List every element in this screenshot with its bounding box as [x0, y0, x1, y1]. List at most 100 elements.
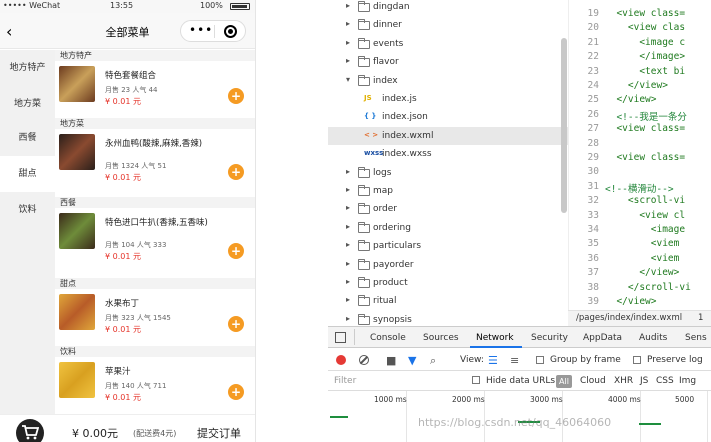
sidebar-item[interactable]: 甜点 [0, 156, 55, 192]
code-text: <text bi [605, 65, 686, 77]
code-line: 20 <view clas [569, 22, 711, 36]
folder-row[interactable]: ▸ order [328, 200, 568, 219]
type-filter-js[interactable]: JS [640, 376, 648, 386]
file-row[interactable]: { } index.json [328, 108, 568, 127]
filter-bar: Filter Hide data URLs All Cloud XHR JS CSS I… [328, 371, 711, 391]
camera-icon[interactable]: ■ [386, 354, 396, 367]
hide-data-urls-checkbox[interactable] [472, 376, 480, 384]
line-number: 19 [587, 8, 599, 19]
folder-row[interactable]: ▸ dingdan [328, 0, 568, 17]
folder-row[interactable]: ▸ events [328, 35, 568, 54]
dish-item[interactable]: 水果布丁 月售 323 人气 1545 ¥ 0.01 元 + [55, 289, 255, 345]
submit-order-button[interactable]: 提交订单 [197, 425, 241, 441]
folder-icon [358, 295, 370, 307]
filter-icon[interactable]: ▼ [408, 354, 416, 367]
dish-item[interactable]: 特色套餐组合 月售 23 人气 44 ¥ 0.01 元 + [55, 61, 255, 117]
folder-label: ordering [373, 222, 411, 233]
folder-row[interactable]: ▸ map [328, 182, 568, 201]
add-to-cart-button[interactable]: + [228, 384, 244, 400]
add-to-cart-button[interactable]: + [228, 164, 244, 180]
folder-row[interactable]: ▸ logs [328, 164, 568, 183]
code-line: 30 [569, 166, 711, 180]
chevron-right-icon[interactable]: ▸ [346, 277, 350, 286]
carrier-label: ••••• WeChat [3, 1, 61, 10]
dish-sales: 月售 140 人气 711 [105, 382, 167, 390]
dish-item[interactable]: 特色进口牛扒(香辣,五香味) 月售 104 人气 333 ¥ 0.01 元 + [55, 208, 255, 264]
sidebar-item[interactable]: 地方特产 [0, 50, 55, 86]
code-text: </image> [605, 51, 686, 63]
type-filter-css[interactable]: CSS [656, 376, 674, 386]
chevron-right-icon[interactable]: ▸ [346, 167, 350, 176]
type-filter-cloud[interactable]: Cloud [580, 376, 606, 386]
dish-sales: 月售 1324 人气 51 [105, 162, 167, 170]
type-filter-all[interactable]: All [556, 375, 572, 388]
network-toolbar: ■ ▼ ⌕ View: ☰ ≡ Group by frame Preserve … [328, 349, 711, 371]
more-icon[interactable]: ••• [189, 23, 213, 37]
code-editor[interactable]: 19 <view class= 20 <view clas 21 <image c2… [568, 0, 711, 310]
dish-sales: 月售 104 人气 333 [105, 241, 167, 249]
tab-security[interactable]: Security [531, 333, 568, 343]
close-miniprogram-icon[interactable] [224, 25, 237, 38]
chevron-down-icon[interactable]: ▾ [346, 75, 350, 84]
file-tree-scrollbar[interactable] [561, 38, 567, 213]
delivery-fee: (配送费4元) [133, 429, 177, 438]
chevron-right-icon[interactable]: ▸ [346, 295, 350, 304]
large-rows-icon[interactable]: ☰ [488, 354, 498, 367]
folder-row[interactable]: ▸ particulars [328, 237, 568, 256]
chevron-right-icon[interactable]: ▸ [346, 185, 350, 194]
sidebar-item[interactable]: 地方菜 [0, 86, 55, 122]
sidebar-item[interactable]: 饮料 [0, 192, 55, 228]
file-row[interactable]: < > index.wxml [328, 126, 568, 146]
dish-item[interactable]: 永州血鸭(酸辣,麻辣,香辣) 月售 1324 人气 51 ¥ 0.01 元 + [55, 129, 255, 185]
status-bar: ••••• WeChat 13:55 100% [0, 0, 255, 13]
folder-row[interactable]: ▾ index [328, 72, 568, 91]
group-by-frame-checkbox[interactable] [536, 356, 544, 364]
chevron-right-icon[interactable]: ▸ [346, 314, 350, 323]
type-filter-xhr[interactable]: XHR [614, 376, 633, 386]
folder-row[interactable]: ▸ dinner [328, 16, 568, 35]
add-to-cart-button[interactable]: + [228, 243, 244, 259]
file-row[interactable]: JS index.js [328, 90, 568, 109]
chevron-right-icon[interactable]: ▸ [346, 38, 350, 47]
preserve-log-checkbox[interactable] [633, 356, 641, 364]
filter-input[interactable]: Filter [332, 374, 462, 388]
tab-console[interactable]: Console [370, 333, 406, 343]
chevron-right-icon[interactable]: ▸ [346, 259, 350, 268]
chevron-right-icon[interactable]: ▸ [346, 240, 350, 249]
chevron-right-icon[interactable]: ▸ [346, 56, 350, 65]
folder-row[interactable]: ▸ ritual [328, 292, 568, 311]
folder-row[interactable]: ▸ payorder [328, 256, 568, 275]
tab-network[interactable]: Network [476, 333, 514, 343]
chevron-right-icon[interactable]: ▸ [346, 222, 350, 231]
waterfall-icon[interactable]: ≡ [510, 354, 519, 367]
chevron-right-icon[interactable]: ▸ [346, 203, 350, 212]
tab-appdata[interactable]: AppData [583, 333, 622, 343]
folder-row[interactable]: ▸ ordering [328, 219, 568, 238]
folder-row[interactable]: ▸ flavor [328, 53, 568, 72]
tab-sources[interactable]: Sources [423, 333, 459, 343]
dish-sales: 月售 23 人气 44 [105, 86, 158, 94]
add-to-cart-button[interactable]: + [228, 316, 244, 332]
inspect-element-icon[interactable] [335, 332, 346, 343]
sidebar-item[interactable]: 西餐 [0, 120, 55, 156]
folder-row[interactable]: ▸ synopsis [328, 311, 568, 326]
path-extra: 1 [698, 313, 704, 323]
code-line: 37 </view> [569, 267, 711, 281]
timeline-tick-label: 2000 ms [452, 395, 485, 404]
type-filter-img[interactable]: Img [679, 376, 696, 386]
capsule-menu[interactable]: ••• [180, 20, 246, 42]
clear-icon[interactable] [359, 355, 369, 365]
dish-item[interactable]: 苹果汁 月售 140 人气 711 ¥ 0.01 元 + [55, 357, 255, 413]
folder-label: order [373, 204, 397, 215]
chevron-right-icon[interactable]: ▸ [346, 19, 350, 28]
add-to-cart-button[interactable]: + [228, 88, 244, 104]
record-icon[interactable] [336, 355, 346, 365]
search-icon[interactable]: ⌕ [430, 354, 436, 368]
tab-sens[interactable]: Sens [685, 333, 707, 343]
cart-icon[interactable] [16, 419, 44, 442]
tab-audits[interactable]: Audits [639, 333, 667, 343]
file-row[interactable]: wxss index.wxss [328, 145, 568, 164]
chevron-right-icon[interactable]: ▸ [346, 1, 350, 10]
folder-row[interactable]: ▸ product [328, 274, 568, 293]
file-type-icon: < > [364, 130, 379, 139]
